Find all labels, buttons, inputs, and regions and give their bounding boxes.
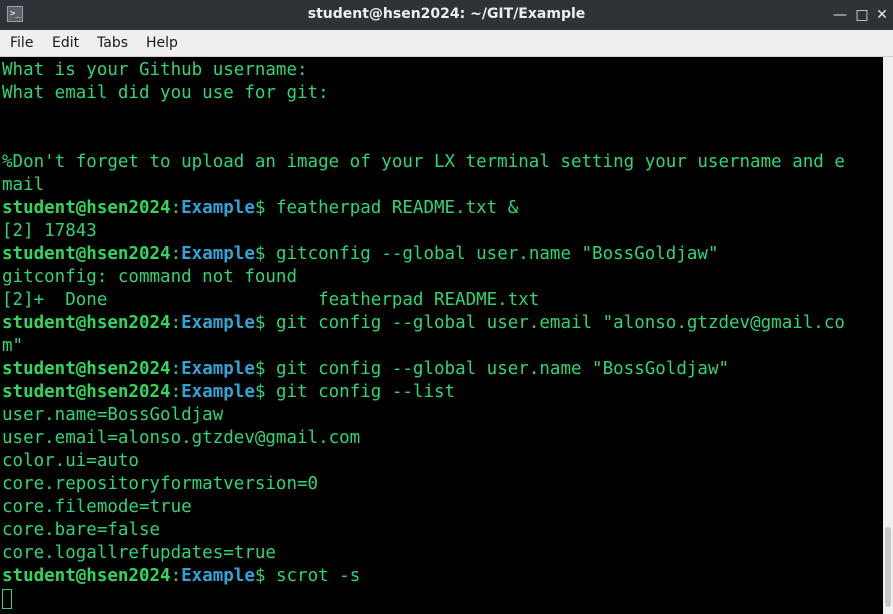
window-titlebar[interactable]: >_ student@hsen2024: ~/GIT/Example — □ ✕ [0, 0, 893, 30]
prompt-directory: Example [181, 382, 255, 402]
maximize-button[interactable]: □ [852, 5, 872, 25]
terminal-line: gitconfig: command not found [2, 267, 298, 287]
terminal-line: What is your Github username: [2, 60, 308, 80]
command-text: git config --global user.email "alonso.g… [275, 313, 845, 333]
prompt-user: student@hsen2024 [2, 198, 171, 218]
terminal-line: mail [2, 175, 45, 195]
cursor-line [2, 588, 12, 611]
command-text: git config --global user.name "BossGoldj… [275, 359, 730, 379]
terminal-line: user.email=alonso.gtzdev@gmail.com [2, 428, 361, 448]
minimize-button[interactable]: — [830, 5, 850, 25]
terminal-line: core.logallrefupdates=true [2, 543, 276, 563]
prompt-separator: : [170, 198, 182, 218]
menu-tabs[interactable]: Tabs [97, 35, 128, 51]
prompt-directory: Example [181, 566, 255, 586]
menu-file[interactable]: File [10, 35, 33, 51]
terminal-line: core.bare=false [2, 520, 161, 540]
prompt-user: student@hsen2024 [2, 313, 171, 333]
vertical-scrollbar[interactable] [883, 57, 893, 614]
prompt-directory: Example [181, 244, 255, 264]
prompt-symbol: $ [254, 313, 276, 333]
prompt-symbol: $ [254, 244, 276, 264]
prompt-separator: : [170, 313, 182, 333]
prompt-user: student@hsen2024 [2, 382, 171, 402]
prompt-symbol: $ [254, 198, 276, 218]
terminal-cursor [2, 589, 12, 609]
terminal-line: user.name=BossGoldjaw [2, 405, 224, 425]
close-button[interactable]: ✕ [872, 5, 892, 25]
terminal-line: [2]+ Done featherpad README.txt [2, 290, 540, 310]
prompt-user: student@hsen2024 [2, 244, 171, 264]
terminal-line: core.filemode=true [2, 497, 192, 517]
prompt-directory: Example [181, 359, 255, 379]
terminal-line: What email did you use for git: [2, 83, 329, 103]
menu-edit[interactable]: Edit [52, 35, 79, 51]
prompt-user: student@hsen2024 [2, 359, 171, 379]
terminal-line: %Don't forget to upload an image of your… [2, 152, 845, 172]
terminal-line: [2] 17843 [2, 221, 97, 241]
prompt-symbol: $ [254, 382, 276, 402]
terminal-line: color.ui=auto [2, 451, 139, 471]
prompt-symbol: $ [254, 359, 276, 379]
command-line: student@hsen2024:Example$ gitconfig --gl… [2, 243, 718, 266]
command-line: student@hsen2024:Example$ git config --g… [2, 312, 845, 335]
terminal-line: m" [2, 336, 24, 356]
prompt-separator: : [170, 359, 182, 379]
prompt-directory: Example [181, 313, 255, 333]
command-line: student@hsen2024:Example$ featherpad REA… [2, 197, 518, 220]
command-line: student@hsen2024:Example$ git config --l… [2, 381, 455, 404]
prompt-separator: : [170, 382, 182, 402]
command-text: git config --list [275, 382, 456, 402]
terminal-line: core.repositoryformatversion=0 [2, 474, 319, 494]
prompt-separator: : [170, 566, 182, 586]
window-title: student@hsen2024: ~/GIT/Example [307, 6, 586, 22]
prompt-separator: : [170, 244, 182, 264]
prompt-symbol: $ [254, 566, 276, 586]
command-line: student@hsen2024:Example$ scrot -s [2, 565, 360, 588]
terminal-output[interactable]: What is your Github username: What email… [0, 57, 883, 614]
scrollbar-thumb[interactable] [885, 527, 891, 607]
command-line: student@hsen2024:Example$ git config --g… [2, 358, 729, 381]
prompt-user: student@hsen2024 [2, 566, 171, 586]
command-text: scrot -s [275, 566, 361, 586]
command-text: featherpad README.txt & [275, 198, 519, 218]
command-text: gitconfig --global user.name "BossGoldja… [275, 244, 719, 264]
menu-help[interactable]: Help [146, 35, 178, 51]
menu-bar: File Edit Tabs Help [0, 30, 893, 57]
prompt-directory: Example [181, 198, 255, 218]
